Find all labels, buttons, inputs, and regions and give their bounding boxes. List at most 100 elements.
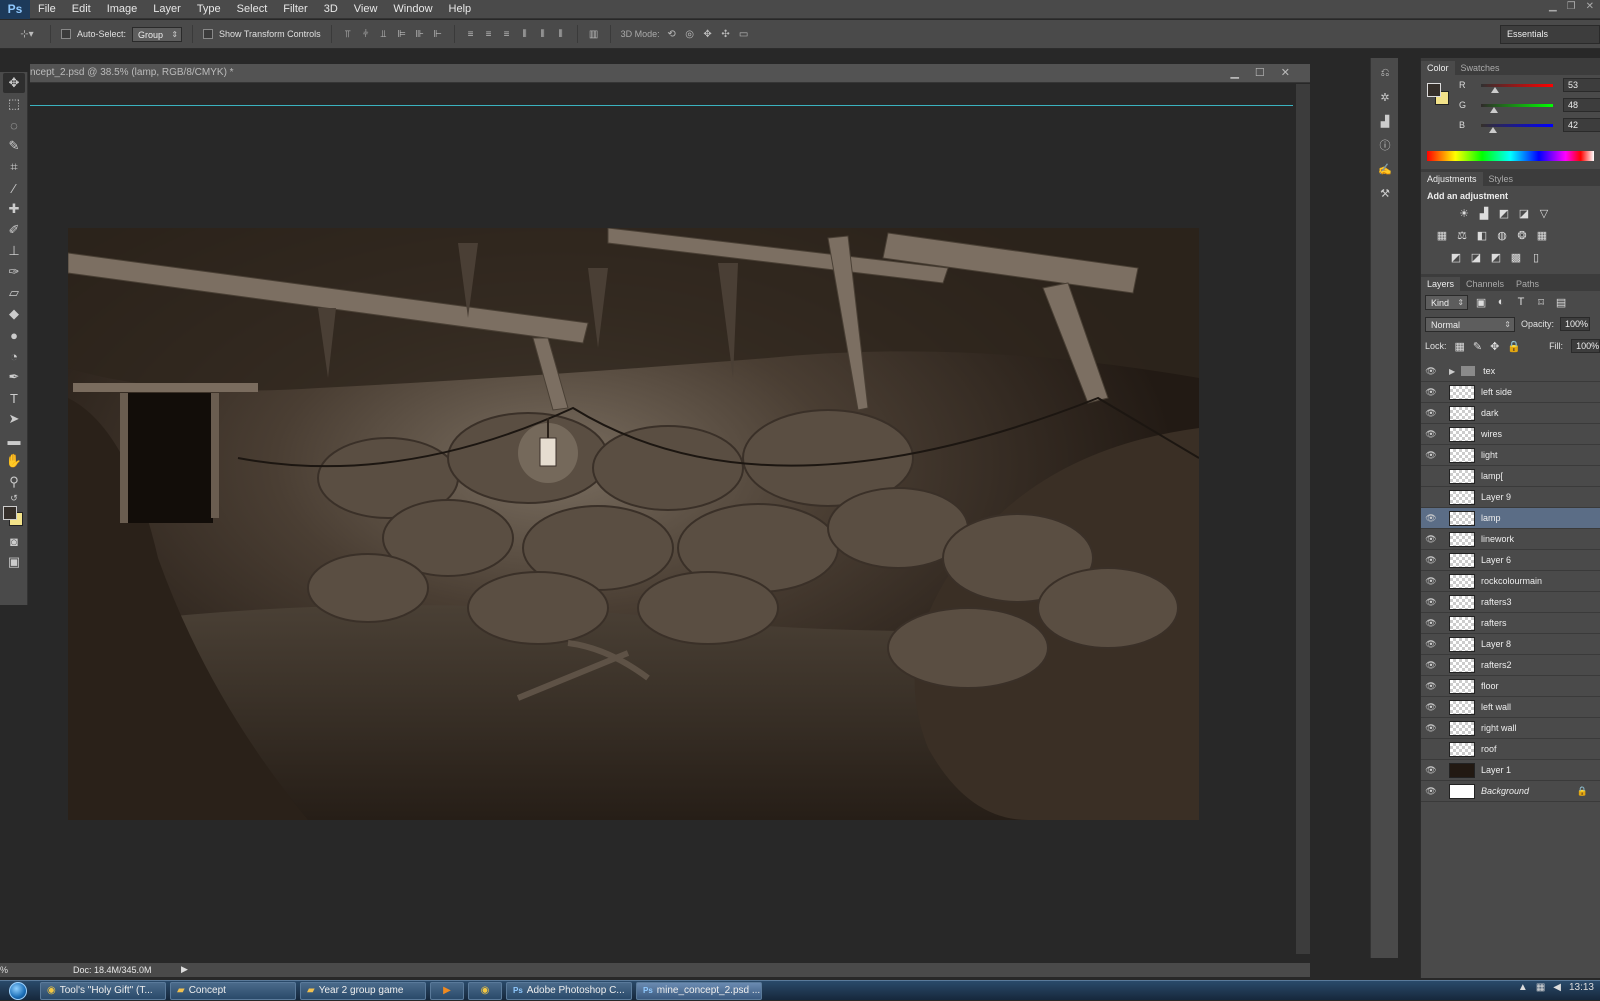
menu-image[interactable]: Image: [99, 0, 146, 19]
distribute-hcenter-icon[interactable]: ⦀: [537, 28, 549, 40]
lasso-tool-icon[interactable]: ◌: [3, 115, 25, 135]
visibility-eye-icon[interactable]: 👁: [1421, 408, 1441, 419]
menu-edit[interactable]: Edit: [64, 0, 99, 19]
tab-channels[interactable]: Channels: [1460, 277, 1510, 291]
color-balance-icon[interactable]: ⚖: [1455, 228, 1469, 242]
visibility-eye-icon[interactable]: 👁: [1421, 597, 1441, 608]
swap-colors-icon[interactable]: ↺: [3, 493, 25, 503]
clock[interactable]: 13:13: [1569, 982, 1594, 993]
layer-row[interactable]: 👁 roof: [1421, 739, 1600, 760]
channel-mixer-icon[interactable]: ❂: [1515, 228, 1529, 242]
expand-arrow-icon[interactable]: ▶: [1449, 367, 1455, 376]
exposure-icon[interactable]: ◪: [1517, 206, 1531, 220]
minimize-icon[interactable]: ▁: [1549, 1, 1557, 12]
distribute-bottom-icon[interactable]: ≡: [501, 28, 513, 40]
3d-slide-icon[interactable]: ✣: [720, 28, 732, 40]
layer-row[interactable]: 👁 Background 🔒: [1421, 781, 1600, 802]
adjustment-filter-icon[interactable]: ◐: [1494, 295, 1508, 309]
transform-controls-checkbox[interactable]: [203, 29, 214, 39]
visibility-eye-icon[interactable]: 👁: [1421, 744, 1441, 755]
3d-scale-icon[interactable]: ▭: [738, 28, 750, 40]
info-panel-icon[interactable]: ⓘ: [1375, 136, 1395, 154]
shape-filter-icon[interactable]: ⌑: [1534, 295, 1548, 309]
hand-tool-icon[interactable]: ✋: [3, 451, 25, 471]
brightness-icon[interactable]: ☀: [1457, 206, 1471, 220]
layer-row[interactable]: 👁 Layer 8: [1421, 634, 1600, 655]
3d-roll-icon[interactable]: ◎: [684, 28, 696, 40]
smart-object-filter-icon[interactable]: ▤: [1554, 295, 1568, 309]
status-menu-arrow-icon[interactable]: ▶: [181, 964, 188, 975]
quick-select-tool-icon[interactable]: ✎: [3, 136, 25, 156]
visibility-eye-icon[interactable]: 👁: [1421, 576, 1441, 587]
layer-row[interactable]: 👁 rockcolourmain: [1421, 571, 1600, 592]
taskbar-item[interactable]: ◉ Tool's "Holy Gift" (T...: [40, 981, 166, 1000]
taskbar-item[interactable]: Ps Adobe Photoshop C...: [506, 981, 632, 1000]
history-panel-icon[interactable]: ⎌: [1375, 64, 1395, 82]
paint-bucket-tool-icon[interactable]: ◆: [3, 304, 25, 324]
brush-panel-icon[interactable]: ✍: [1375, 160, 1395, 178]
gradient-map-icon[interactable]: ▯: [1529, 250, 1543, 264]
layer-row[interactable]: 👁 Layer 1: [1421, 760, 1600, 781]
path-select-tool-icon[interactable]: ➤: [3, 409, 25, 429]
close-icon[interactable]: ✕: [1281, 66, 1290, 79]
taskbar-item[interactable]: ◉: [468, 981, 502, 1000]
green-slider[interactable]: [1481, 103, 1553, 113]
fill-field[interactable]: 100%: [1571, 339, 1600, 353]
visibility-eye-icon[interactable]: 👁: [1421, 723, 1441, 734]
visibility-eye-icon[interactable]: 👁: [1421, 639, 1441, 650]
shape-tool-icon[interactable]: ▬: [3, 430, 25, 450]
visibility-eye-icon[interactable]: 👁: [1421, 681, 1441, 692]
distribute-left-icon[interactable]: ⦀: [519, 28, 531, 40]
auto-align-icon[interactable]: ▥: [588, 28, 600, 40]
visibility-eye-icon[interactable]: 👁: [1421, 765, 1441, 776]
green-slider-thumb[interactable]: [1490, 106, 1498, 113]
taskbar-item[interactable]: ▰ Year 2 group game: [300, 981, 426, 1000]
volume-icon[interactable]: ◀: [1553, 982, 1561, 993]
auto-select-checkbox[interactable]: [61, 29, 71, 39]
menu-layer[interactable]: Layer: [145, 0, 189, 19]
visibility-eye-icon[interactable]: 👁: [1421, 450, 1441, 461]
layer-row[interactable]: 👁 left wall: [1421, 697, 1600, 718]
visibility-eye-icon[interactable]: 👁: [1421, 786, 1441, 797]
layer-row[interactable]: 👁 linework: [1421, 529, 1600, 550]
menu-select[interactable]: Select: [229, 0, 276, 19]
layer-row[interactable]: 👁 light: [1421, 445, 1600, 466]
distribute-right-icon[interactable]: ⦀: [555, 28, 567, 40]
layer-row[interactable]: 👁 right wall: [1421, 718, 1600, 739]
lock-pixels-icon[interactable]: ✎: [1473, 339, 1482, 353]
layer-row[interactable]: 👁 Layer 6: [1421, 550, 1600, 571]
brush-presets-icon[interactable]: ✲: [1375, 88, 1395, 106]
visibility-eye-icon[interactable]: 👁: [1421, 387, 1441, 398]
menu-type[interactable]: Type: [189, 0, 229, 19]
threshold-icon[interactable]: ◩: [1489, 250, 1503, 264]
tab-styles[interactable]: Styles: [1483, 172, 1520, 186]
lock-transparent-icon[interactable]: ▦: [1455, 339, 1465, 353]
start-button[interactable]: [0, 981, 36, 1001]
restore-icon[interactable]: ❐: [1567, 1, 1576, 12]
red-slider[interactable]: [1481, 83, 1553, 93]
type-filter-icon[interactable]: T: [1514, 295, 1528, 309]
visibility-eye-icon[interactable]: 👁: [1421, 513, 1441, 524]
panel-fg-bg-swatches[interactable]: [1427, 81, 1453, 107]
close-icon[interactable]: ✕: [1586, 1, 1594, 12]
panel-foreground-swatch[interactable]: [1427, 83, 1441, 97]
lock-all-icon[interactable]: 🔒: [1507, 339, 1521, 353]
visibility-eye-icon[interactable]: 👁: [1421, 555, 1441, 566]
blend-mode-dropdown[interactable]: Normal: [1425, 316, 1515, 332]
taskbar-item[interactable]: ▰ Concept: [170, 981, 296, 1000]
vertical-scrollbar[interactable]: [1296, 84, 1310, 954]
align-vcenter-icon[interactable]: ⫩: [360, 28, 372, 40]
tool-presets-icon[interactable]: ⚒: [1375, 184, 1395, 202]
layer-row[interactable]: 👁 dark: [1421, 403, 1600, 424]
layer-row[interactable]: 👁 rafters2: [1421, 655, 1600, 676]
move-tool-preset-icon[interactable]: ⊹▾: [14, 28, 40, 40]
distribute-top-icon[interactable]: ≡: [465, 28, 477, 40]
tab-paths[interactable]: Paths: [1510, 277, 1545, 291]
blue-slider[interactable]: [1481, 123, 1553, 133]
3d-orbit-icon[interactable]: ⟲: [666, 28, 678, 40]
document-tab[interactable]: ncept_2.psd @ 38.5% (lamp, RGB/8/CMYK) *…: [30, 64, 1310, 83]
zoom-level[interactable]: %: [0, 965, 8, 975]
layer-row[interactable]: 👁 rafters3: [1421, 592, 1600, 613]
menu-filter[interactable]: Filter: [275, 0, 315, 19]
distribute-vcenter-icon[interactable]: ≡: [483, 28, 495, 40]
